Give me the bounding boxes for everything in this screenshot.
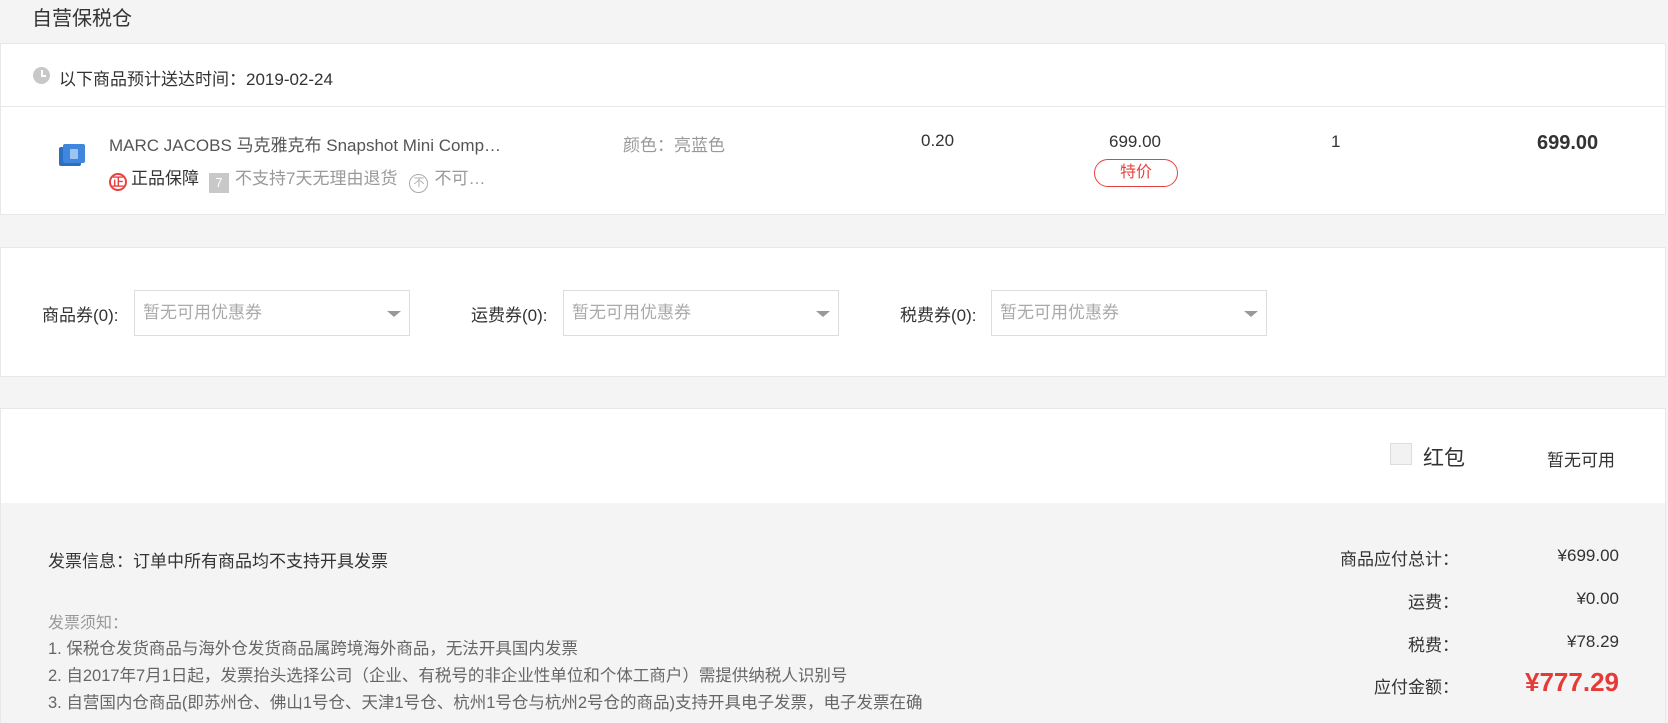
- goods-coupon-value: 暂无可用优惠券: [143, 303, 262, 322]
- hongbao-label: 红包: [1423, 447, 1465, 470]
- goods-total-value: ¥699.00: [1557, 546, 1619, 565]
- product-price: 699.00: [1109, 132, 1161, 151]
- hongbao-status: 暂无可用: [1547, 451, 1615, 470]
- tax-coupon-value: 暂无可用优惠券: [1000, 303, 1119, 322]
- product-weight: 0.20: [921, 131, 955, 150]
- product-panel: 以下商品预计送达时间：2019-02-24 MARC JACOBS 马克雅克布 …: [0, 43, 1666, 215]
- goods-coupon-select[interactable]: 暂无可用优惠券: [134, 290, 410, 336]
- product-tags: 正正品保障 7 不支持7天无理由退货不不可…: [109, 164, 485, 193]
- chevron-down-icon: [816, 311, 830, 317]
- tax-coupon-label: 税费券(0):: [900, 306, 977, 325]
- other-tag: 不可…: [434, 169, 486, 188]
- prohibited-icon: 不: [409, 174, 429, 193]
- special-price-badge: 特价: [1094, 159, 1178, 187]
- invoice-notice-line: 1. 保税仓发货商品与海外仓发货商品属跨境海外商品，无法开具国内发票: [48, 640, 578, 658]
- invoice-notice-line: 2. 自2017年7月1日起，发票抬头选择公司（企业、有税号的非企业性单位和个体…: [48, 667, 848, 685]
- no-return-tag: 不支持7天无理由退货: [235, 169, 398, 188]
- tax-fee-label: 税费：: [1408, 636, 1459, 655]
- shipping-fee-label: 运费：: [1408, 593, 1459, 612]
- invoice-notice-title: 发票须知：: [48, 615, 129, 632]
- shipping-fee-value: ¥0.00: [1576, 589, 1619, 608]
- goods-coupon-label: 商品券(0):: [42, 306, 119, 325]
- tax-coupon-select[interactable]: 暂无可用优惠券: [991, 290, 1267, 336]
- hongbao-panel: 红包 暂无可用: [0, 408, 1666, 504]
- product-name[interactable]: MARC JACOBS 马克雅克布 Snapshot Mini Comp…: [109, 131, 501, 156]
- shipping-coupon-value: 暂无可用优惠券: [572, 303, 691, 322]
- authentic-tag: 正品保障: [131, 169, 199, 188]
- coupons-panel: 商品券(0): 暂无可用优惠券 运费券(0): 暂无可用优惠券 税费券(0): …: [0, 247, 1666, 377]
- chevron-down-icon: [387, 311, 401, 317]
- product-subtotal: 699.00: [1537, 132, 1599, 154]
- invoice-notice-line: 3. 自营国内仓商品(即苏州仓、佛山1号仓、天津1号仓、杭州1号仓与杭州2号仓的…: [48, 694, 923, 712]
- summary-panel: 发票信息：订单中所有商品均不支持开具发票 发票须知： 1. 保税仓发货商品与海外…: [0, 503, 1666, 723]
- chevron-down-icon: [1244, 311, 1258, 317]
- invoice-info: 发票信息：订单中所有商品均不支持开具发票: [48, 552, 388, 571]
- no-return-icon: 7: [209, 173, 229, 193]
- clock-icon: [33, 67, 50, 84]
- delivery-time-text: 以下商品预计送达时间：2019-02-24: [59, 70, 333, 89]
- hongbao-checkbox[interactable]: [1390, 443, 1412, 465]
- product-color: 颜色：亮蓝色: [623, 136, 725, 155]
- product-thumbnail[interactable]: [57, 142, 87, 168]
- product-quantity: 1: [1331, 132, 1341, 151]
- authentic-icon: 正: [109, 173, 127, 191]
- delivery-row: 以下商品预计送达时间：2019-02-24: [1, 44, 1665, 107]
- tax-fee-value: ¥78.29: [1567, 632, 1619, 651]
- payable-total-value: ¥777.29: [1525, 667, 1619, 697]
- goods-total-label: 商品应付总计：: [1340, 550, 1459, 569]
- shipping-coupon-select[interactable]: 暂无可用优惠券: [563, 290, 839, 336]
- shipping-coupon-label: 运费券(0):: [471, 306, 548, 325]
- section-title: 自营保税仓: [32, 8, 132, 30]
